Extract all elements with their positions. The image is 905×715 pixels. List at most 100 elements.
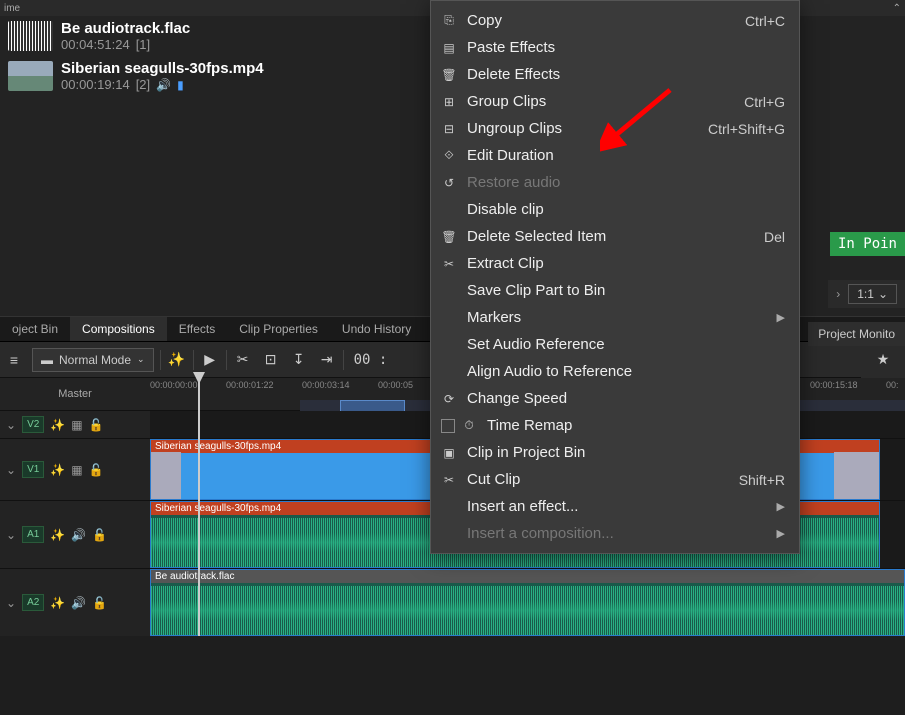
shortcut: Shift+R (739, 472, 785, 488)
menu-label: Copy (467, 12, 735, 29)
chevron-down-icon: ⌄ (137, 354, 145, 365)
menu-label: Disable clip (467, 201, 785, 218)
expand-icon[interactable]: ⌄ (6, 418, 16, 432)
expand-icon[interactable]: ⌄ (6, 528, 16, 542)
star-icon[interactable]: ★ (869, 346, 897, 374)
menu-icon[interactable]: ≡ (0, 346, 28, 374)
menu-item-align-audio-to-reference[interactable]: Align Audio to Reference (431, 358, 799, 385)
submenu-arrow-icon: ▶ (777, 500, 785, 513)
effects-icon[interactable]: ✨ (50, 463, 65, 477)
context-menu: ⎘CopyCtrl+C▤Paste Effects🗑Delete Effects… (430, 0, 800, 554)
track-label[interactable]: V1 (22, 461, 44, 478)
menu-label: Insert an effect... (467, 498, 767, 515)
menu-icon: ⏱ (461, 418, 477, 433)
menu-label: Edit Duration (467, 147, 785, 164)
track-lane[interactable]: Be audiotrack.flac (150, 569, 905, 636)
menu-label: Extract Clip (467, 255, 785, 272)
expand-icon[interactable]: ⌄ (6, 463, 16, 477)
master-label: Master (0, 378, 150, 410)
submenu-arrow-icon: ▶ (777, 311, 785, 324)
menu-item-disable-clip[interactable]: Disable clip (431, 196, 799, 223)
visible-icon[interactable]: ▦ (71, 463, 82, 477)
menu-item-change-speed[interactable]: ⟳Change Speed (431, 385, 799, 412)
menu-icon: ↺ (441, 176, 457, 190)
menu-label: Markers (467, 309, 767, 326)
menu-icon: 🗑 (441, 68, 457, 82)
shortcut: Ctrl+G (744, 94, 785, 110)
track-label[interactable]: A1 (22, 526, 44, 543)
menu-item-group-clips[interactable]: ⊞Group ClipsCtrl+G (431, 88, 799, 115)
menu-icon: ⟐ (441, 148, 457, 163)
tab-compositions[interactable]: Compositions (70, 317, 167, 341)
lock-icon[interactable]: 🔓 (89, 463, 104, 477)
playhead[interactable] (198, 378, 200, 636)
tab-effects[interactable]: Effects (167, 317, 227, 341)
menu-icon: ⎘ (441, 13, 457, 28)
tab-undo-history[interactable]: Undo History (330, 317, 423, 341)
effects-icon[interactable]: ✨ (50, 528, 65, 542)
wand-icon[interactable]: ✨ (163, 346, 191, 374)
effects-icon[interactable]: ✨ (50, 418, 65, 432)
overwrite-icon[interactable]: ↧ (285, 346, 313, 374)
in-point-badge: In Poin (830, 232, 905, 256)
tab-clip-properties[interactable]: Clip Properties (227, 317, 330, 341)
menu-label: Time Remap (487, 417, 785, 434)
play-icon[interactable]: ▶ (196, 346, 224, 374)
menu-icon: ✂ (441, 473, 457, 487)
audio-clip[interactable]: Be audiotrack.flac (150, 569, 905, 636)
edit-mode-select[interactable]: ▬ Normal Mode ⌄ (32, 348, 154, 372)
video-thumb (8, 61, 53, 91)
lock-icon[interactable]: 🔓 (89, 418, 104, 432)
mute-icon[interactable]: 🔊 (71, 596, 86, 610)
menu-item-time-remap[interactable]: ⏱ Time Remap (431, 412, 799, 439)
menu-label: Set Audio Reference (467, 336, 785, 353)
menu-label: Restore audio (467, 174, 785, 191)
menu-label: Cut Clip (467, 471, 729, 488)
track-label[interactable]: A2 (22, 594, 44, 611)
menu-label: Delete Selected Item (467, 228, 754, 245)
collapse-icon[interactable]: ⌃ (893, 3, 901, 14)
spacer-icon[interactable]: ⊡ (257, 346, 285, 374)
menu-item-set-audio-reference[interactable]: Set Audio Reference (431, 331, 799, 358)
menu-item-clip-in-project-bin[interactable]: ▣Clip in Project Bin (431, 439, 799, 466)
insert-icon[interactable]: ⇥ (313, 346, 341, 374)
mute-icon[interactable]: 🔊 (71, 528, 86, 542)
menu-item-save-clip-part-to-bin[interactable]: Save Clip Part to Bin (431, 277, 799, 304)
menu-item-cut-clip[interactable]: ✂ Cut Clip Shift+R (431, 466, 799, 493)
clip-duration: 00:00:19:14 (61, 77, 130, 92)
menu-label: Align Audio to Reference (467, 363, 785, 380)
lock-icon[interactable]: 🔓 (92, 528, 107, 542)
menu-icon: 🗑 (441, 230, 457, 244)
clip-thumbnail (834, 452, 879, 499)
lock-icon[interactable]: 🔓 (92, 596, 107, 610)
menu-item-paste-effects[interactable]: ▤Paste Effects (431, 34, 799, 61)
menu-item-insert-an-effect-[interactable]: Insert an effect... ▶ (431, 493, 799, 520)
expand-icon[interactable]: ⌄ (6, 596, 16, 610)
audio-icon: 🔊 (156, 78, 171, 92)
scale-select[interactable]: 1:1 ⌄ (848, 284, 897, 304)
menu-item-extract-clip[interactable]: ✂Extract Clip (431, 250, 799, 277)
menu-item-ungroup-clips[interactable]: ⊟Ungroup ClipsCtrl+Shift+G (431, 115, 799, 142)
tab-project-bin[interactable]: oject Bin (0, 317, 70, 341)
menu-item-copy[interactable]: ⎘CopyCtrl+C (431, 7, 799, 34)
menu-item-delete-effects[interactable]: 🗑Delete Effects (431, 61, 799, 88)
menu-label: Group Clips (467, 93, 734, 110)
menu-item-edit-duration[interactable]: ⟐ Edit Duration (431, 142, 799, 169)
mode-icon: ▬ (41, 353, 53, 367)
menu-icon: ▤ (441, 41, 457, 55)
clip-count: [2] (136, 77, 150, 92)
menu-icon: ⊟ (441, 122, 457, 136)
project-monitor-tab[interactable]: Project Monito (808, 322, 905, 346)
clip-thumbnail (151, 452, 181, 499)
visible-icon[interactable]: ▦ (71, 418, 82, 432)
chevron-right-icon[interactable]: › (836, 287, 840, 301)
effects-icon[interactable]: ✨ (50, 596, 65, 610)
menu-item-markers[interactable]: Markers ▶ (431, 304, 799, 331)
column-name: ime (4, 3, 20, 14)
cut-icon[interactable]: ✂ (229, 346, 257, 374)
menu-item-delete-selected-item[interactable]: 🗑Delete Selected ItemDel (431, 223, 799, 250)
audio-thumb (8, 21, 53, 51)
clip-name: Siberian seagulls-30fps.mp4 (61, 60, 264, 77)
menu-item-insert-a-composition-: Insert a composition...▶ (431, 520, 799, 547)
track-label[interactable]: V2 (22, 416, 44, 433)
